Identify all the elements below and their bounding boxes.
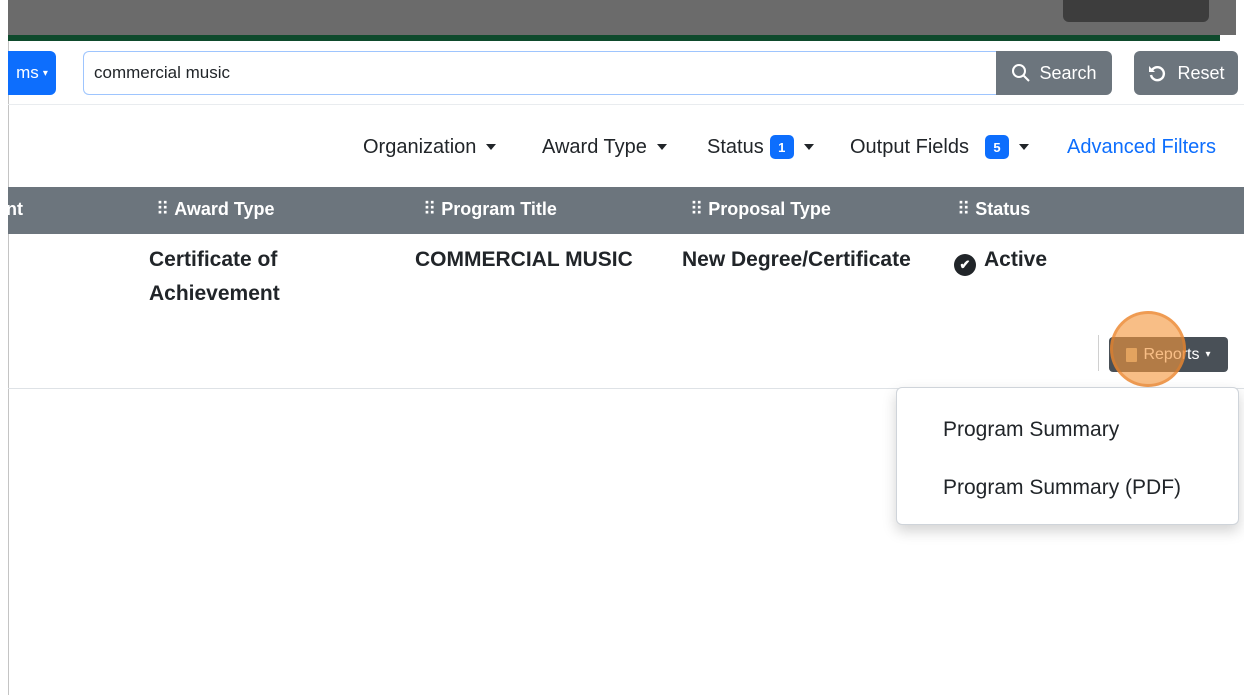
chevron-down-icon <box>486 144 497 150</box>
check-circle-icon: ✔ <box>954 254 976 276</box>
chevron-down-icon <box>656 144 667 150</box>
award-type-line: Certificate of <box>149 248 278 271</box>
search-button[interactable]: Search <box>996 51 1112 95</box>
document-icon <box>1126 347 1138 362</box>
cell-program-title: COMMERCIAL MUSIC <box>415 248 633 271</box>
column-header-label: Award Type <box>174 199 275 219</box>
column-header-proposal-type[interactable]: ⠿ Proposal Type <box>690 199 831 220</box>
cell-status: ✔ Active <box>954 243 1047 277</box>
column-header-label: Program Title <box>441 199 557 219</box>
filter-award-type[interactable]: Award Type <box>542 134 667 160</box>
reports-button-label: Reports <box>1143 345 1200 363</box>
drag-handle-icon[interactable]: ⠿ <box>156 199 169 220</box>
column-header-award-type[interactable]: ⠿ Award Type <box>156 199 275 220</box>
advanced-filters-link[interactable]: Advanced Filters <box>1067 134 1216 160</box>
table-header: nt ⠿ Award Type ⠿ Program Title ⠿ Propos… <box>6 187 1244 234</box>
reports-dropdown-button[interactable]: Reports ▾ <box>1109 337 1228 372</box>
filter-output-fields-label: Output Fields <box>850 135 969 158</box>
cell-proposal-type: New Degree/Certificate <box>682 248 911 271</box>
column-header-status[interactable]: ⠿ Status <box>957 199 1030 220</box>
filter-output-fields[interactable]: Output Fields 5 <box>850 134 1029 160</box>
programs-label: ms <box>16 63 39 82</box>
drag-handle-icon[interactable]: ⠿ <box>690 199 703 220</box>
column-header-label: Proposal Type <box>708 199 831 219</box>
filter-organization-label: Organization <box>363 135 477 158</box>
advanced-filters-label: Advanced Filters <box>1067 135 1216 158</box>
menu-item-program-summary[interactable]: Program Summary <box>943 418 1119 442</box>
header-user-button[interactable] <box>1063 0 1209 22</box>
reset-button[interactable]: Reset <box>1134 51 1238 95</box>
reset-icon <box>1149 65 1166 82</box>
left-border <box>8 41 9 695</box>
search-button-label: Search <box>1039 62 1097 83</box>
drag-handle-icon[interactable]: ⠿ <box>423 199 436 220</box>
header-accent-rule <box>8 35 1220 41</box>
filter-status[interactable]: Status 1 <box>707 134 814 160</box>
column-header-program-title[interactable]: ⠿ Program Title <box>423 199 557 220</box>
menu-item-program-summary-pdf[interactable]: Program Summary (PDF) <box>943 476 1181 500</box>
filter-organization[interactable]: Organization <box>363 134 497 160</box>
search-icon <box>1012 64 1031 82</box>
column-header-partial[interactable]: nt <box>6 199 23 220</box>
status-label: Active <box>984 248 1048 271</box>
top-header-bar <box>8 0 1236 35</box>
chevron-down-icon: ▾ <box>42 67 48 79</box>
column-header-label: Status <box>975 199 1031 219</box>
filter-award-type-label: Award Type <box>542 135 647 158</box>
drag-handle-icon[interactable]: ⠿ <box>957 199 970 220</box>
actions-divider <box>1098 335 1099 371</box>
status-count-badge: 1 <box>769 135 794 159</box>
chevron-down-icon <box>1018 144 1029 150</box>
search-input[interactable] <box>83 51 996 95</box>
reset-button-label: Reset <box>1177 62 1225 83</box>
column-header-label: nt <box>6 199 23 219</box>
award-type-line: Achievement <box>149 282 280 305</box>
toolbar-divider <box>8 104 1244 105</box>
filter-status-label: Status <box>707 135 764 158</box>
output-fields-count-badge: 5 <box>984 135 1009 159</box>
chevron-down-icon: ▾ <box>1205 349 1211 360</box>
programs-dropdown-button[interactable]: ms ▾ <box>8 51 56 95</box>
cell-award-type: Certificate of Achievement <box>149 243 280 311</box>
reports-dropdown-menu: Program Summary Program Summary (PDF) <box>896 387 1239 525</box>
chevron-down-icon <box>803 144 814 150</box>
